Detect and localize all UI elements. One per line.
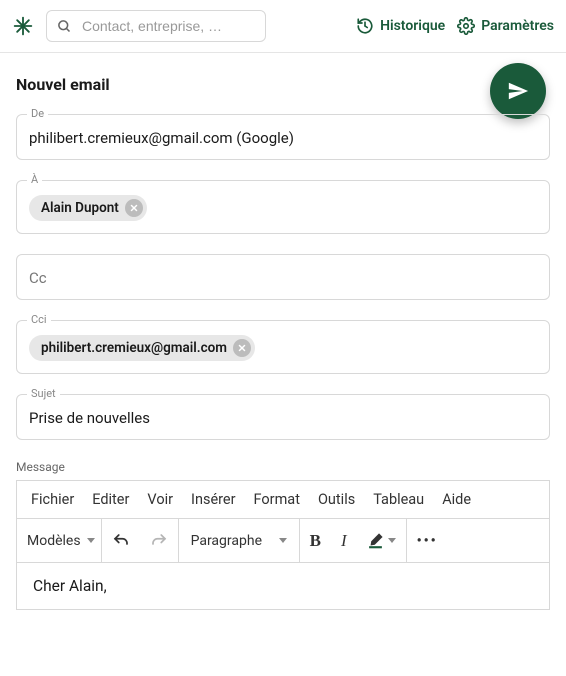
templates-label: Modèles: [27, 533, 81, 549]
rich-text-editor: Fichier Editer Voir Insérer Format Outil…: [16, 480, 550, 610]
history-icon: [356, 17, 374, 35]
menu-file[interactable]: Fichier: [31, 491, 74, 508]
bcc-chip[interactable]: philibert.cremieux@gmail.com: [29, 335, 255, 361]
top-bar: Historique Paramètres: [0, 0, 566, 53]
chip-remove-button[interactable]: [233, 339, 251, 357]
settings-link[interactable]: Paramètres: [457, 17, 554, 35]
menu-tools[interactable]: Outils: [318, 491, 355, 508]
chevron-down-icon: [279, 538, 287, 543]
page-title: Nouvel email: [16, 75, 550, 94]
bold-icon: B: [310, 531, 321, 551]
italic-icon: I: [341, 531, 347, 551]
to-field[interactable]: À Alain Dupont: [16, 180, 550, 234]
app-logo-icon: [12, 15, 34, 37]
chip-remove-button[interactable]: [125, 199, 143, 217]
from-value: philibert.cremieux@gmail.com (Google): [29, 129, 537, 147]
from-label: De: [27, 107, 48, 120]
menu-edit[interactable]: Editer: [92, 491, 129, 508]
undo-button[interactable]: [102, 519, 140, 562]
redo-button[interactable]: [140, 519, 178, 562]
highlight-icon: [367, 532, 384, 549]
send-icon: [507, 80, 529, 102]
close-icon: [129, 203, 139, 213]
menu-view[interactable]: Voir: [147, 491, 173, 508]
history-link[interactable]: Historique: [356, 17, 445, 35]
search-input[interactable]: [80, 17, 255, 35]
search-box[interactable]: [46, 10, 266, 42]
search-icon: [57, 19, 72, 34]
recipient-chip[interactable]: Alain Dupont: [29, 195, 147, 221]
block-format-dropdown[interactable]: Paragraphe: [179, 519, 299, 562]
bcc-field[interactable]: Cci philibert.cremieux@gmail.com: [16, 320, 550, 374]
cc-field[interactable]: Cc: [16, 254, 550, 300]
chevron-down-icon: [388, 538, 396, 543]
to-label: À: [27, 173, 42, 186]
subject-value: Prise de nouvelles: [29, 409, 537, 427]
recipient-chip-label: Alain Dupont: [41, 200, 119, 216]
close-icon: [237, 343, 247, 353]
block-format-label: Paragraphe: [191, 533, 262, 549]
italic-button[interactable]: I: [331, 519, 357, 562]
menu-help[interactable]: Aide: [442, 491, 471, 508]
settings-label: Paramètres: [481, 18, 554, 34]
templates-dropdown[interactable]: Modèles: [17, 519, 101, 562]
cc-placeholder: Cc: [29, 269, 537, 287]
subject-label: Sujet: [27, 387, 60, 400]
redo-icon: [150, 532, 168, 550]
more-tools-button[interactable]: •••: [407, 519, 448, 562]
menu-format[interactable]: Format: [254, 491, 300, 508]
editor-toolbar: Modèles Paragraphe B: [17, 519, 549, 563]
from-field[interactable]: De philibert.cremieux@gmail.com (Google): [16, 114, 550, 160]
menu-table[interactable]: Tableau: [373, 491, 424, 508]
bcc-chip-label: philibert.cremieux@gmail.com: [41, 340, 227, 356]
bold-button[interactable]: B: [300, 519, 331, 562]
menu-insert[interactable]: Insérer: [191, 491, 236, 508]
compose-pane: Nouvel email De philibert.cremieux@gmail…: [0, 53, 566, 626]
send-button[interactable]: [490, 63, 546, 119]
gear-icon: [457, 17, 475, 35]
subject-field[interactable]: Sujet Prise de nouvelles: [16, 394, 550, 440]
history-label: Historique: [380, 18, 445, 34]
undo-icon: [112, 532, 130, 550]
message-label: Message: [16, 460, 550, 474]
editor-menubar: Fichier Editer Voir Insérer Format Outil…: [17, 481, 549, 519]
chevron-down-icon: [87, 538, 95, 543]
message-body[interactable]: Cher Alain,: [17, 563, 549, 609]
bcc-label: Cci: [27, 313, 51, 326]
more-icon: •••: [417, 533, 438, 549]
text-color-button[interactable]: [357, 519, 406, 562]
